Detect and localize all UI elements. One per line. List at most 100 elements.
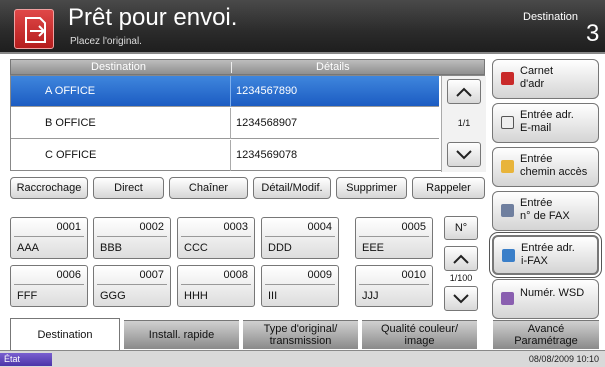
tab-avance-line2: Paramétrage <box>514 335 578 347</box>
one-touch-key[interactable]: 0004 DDD <box>261 217 339 259</box>
tab-qualite-line1: Qualité couleur/ <box>380 323 459 335</box>
one-touch-key[interactable]: 0009 III <box>261 265 339 307</box>
list-scroll-down-button[interactable] <box>447 142 481 167</box>
list-item[interactable]: B OFFICE 1234568907 <box>11 108 439 139</box>
list-header: Destination Détails <box>10 59 485 75</box>
tab-qualite-label: Qualité couleur/ image <box>381 323 458 347</box>
destination-name: B OFFICE <box>45 117 96 129</box>
key-label: CCC <box>184 242 208 254</box>
page-title: Prêt pour envoi. <box>68 4 238 31</box>
one-touch-key[interactable]: 0001 AAA <box>10 217 88 259</box>
list-page-indicator: 1/1 <box>457 118 471 128</box>
folder-path-label: Entrée chemin accès <box>520 153 587 179</box>
folder-path-label-line2: chemin accès <box>520 166 588 178</box>
tab-destination[interactable]: Destination <box>10 318 120 350</box>
key-number: 0004 <box>307 221 332 233</box>
key-divider <box>359 284 429 285</box>
tab-avance-parametrage[interactable]: Avancé Paramétrage <box>493 320 599 349</box>
screen: Prêt pour envoi. Placez l'original. Dest… <box>0 0 605 367</box>
key-label: JJJ <box>362 290 379 302</box>
address-book-button[interactable]: Carnet d'adr <box>492 59 599 99</box>
key-number: 0002 <box>139 221 164 233</box>
key-divider <box>181 284 251 285</box>
key-label: BBB <box>100 242 123 254</box>
keys-scroll-down-button[interactable] <box>444 286 478 311</box>
address-book-icon <box>501 72 514 85</box>
key-divider <box>265 284 335 285</box>
tab-avance-line1: Avancé <box>527 323 565 335</box>
fax-number-label-line1: Entrée <box>520 197 553 209</box>
destination-detail: 1234567890 <box>236 85 298 97</box>
wsd-icon <box>501 292 514 305</box>
folder-path-entry-button[interactable]: Entrée chemin accès <box>492 147 599 187</box>
one-touch-key[interactable]: 0002 BBB <box>93 217 171 259</box>
folder-icon <box>501 160 514 173</box>
tab-qualite-line2: image <box>404 335 435 347</box>
list-item[interactable]: A OFFICE 1234567890 <box>11 76 439 107</box>
tab-type-line1: Type d'original/ <box>263 323 338 335</box>
ifax-entry-button[interactable]: Entrée adr. i-FAX <box>492 235 599 275</box>
ifax-icon <box>502 249 515 262</box>
key-divider <box>14 236 84 237</box>
tab-install-rapide[interactable]: Install. rapide <box>124 320 239 349</box>
key-number: 0001 <box>56 221 81 233</box>
key-divider <box>14 284 84 285</box>
number-search-button[interactable]: N° <box>444 216 478 240</box>
tab-type-line2: transmission <box>269 335 332 347</box>
one-touch-key[interactable]: 0005 EEE <box>355 217 433 259</box>
one-touch-key[interactable]: 0010 JJJ <box>355 265 433 307</box>
key-divider <box>359 236 429 237</box>
destination-count: 3 <box>586 20 600 47</box>
keys-page-indicator: 1/100 <box>449 273 473 283</box>
key-label: EEE <box>362 242 385 254</box>
email-entry-button[interactable]: Entrée adr. E-mail <box>492 103 599 143</box>
rappeler-button[interactable]: Rappeler <box>412 177 485 199</box>
key-number: 0003 <box>223 221 248 233</box>
tab-type-original[interactable]: Type d'original/ transmission <box>243 320 358 349</box>
wsd-scan-button[interactable]: Numér. WSD <box>492 279 599 319</box>
fax-number-label-line2: n° de FAX <box>520 210 570 222</box>
arrow-up-icon <box>453 254 469 264</box>
list-item[interactable]: C OFFICE 1234569078 <box>11 140 439 171</box>
address-book-label-line2: d'adr <box>520 78 545 90</box>
key-label: III <box>268 290 278 302</box>
fax-icon <box>501 204 514 217</box>
fax-number-label: Entrée n° de FAX <box>520 197 570 223</box>
key-label: AAA <box>17 242 40 254</box>
key-label: DDD <box>268 242 292 254</box>
direct-button[interactable]: Direct <box>93 177 164 199</box>
destination-count-label: Destination <box>523 11 579 23</box>
supprimer-button[interactable]: Supprimer <box>336 177 407 199</box>
row-separator <box>230 108 231 139</box>
email-label-line1: Entrée adr. <box>520 109 574 121</box>
one-touch-key[interactable]: 0006 FFF <box>10 265 88 307</box>
email-label: Entrée adr. E-mail <box>520 109 574 135</box>
list-scroll-panel: 1/1 <box>441 76 486 172</box>
key-label: GGG <box>100 290 126 302</box>
one-touch-key[interactable]: 0007 GGG <box>93 265 171 307</box>
fax-number-entry-button[interactable]: Entrée n° de FAX <box>492 191 599 231</box>
key-label: FFF <box>17 290 38 302</box>
tab-qualite-couleur[interactable]: Qualité couleur/ image <box>362 320 477 349</box>
row-separator <box>230 76 231 107</box>
one-touch-key[interactable]: 0008 HHH <box>177 265 255 307</box>
detail-modif-button[interactable]: Détail/Modif. <box>253 177 331 199</box>
raccrochage-button[interactable]: Raccrochage <box>10 177 88 199</box>
status-button[interactable]: État <box>0 353 52 366</box>
address-book-label: Carnet d'adr <box>520 65 553 91</box>
send-icon <box>14 9 54 49</box>
email-label-line2: E-mail <box>520 122 552 134</box>
row-separator <box>230 140 231 171</box>
key-label: HHH <box>184 290 208 302</box>
one-touch-key[interactable]: 0003 CCC <box>177 217 255 259</box>
key-number: 0005 <box>401 221 426 233</box>
key-number: 0010 <box>401 269 426 281</box>
list-scroll-up-button[interactable] <box>447 79 481 104</box>
keys-scroll-up-button[interactable] <box>444 246 478 271</box>
arrow-up-icon <box>456 87 472 97</box>
ifax-label-line2: i-FAX <box>521 255 548 267</box>
key-number: 0008 <box>223 269 248 281</box>
column-destination: Destination <box>91 61 147 73</box>
chainer-button[interactable]: Chaîner <box>169 177 248 199</box>
destination-detail: 1234568907 <box>236 117 298 129</box>
